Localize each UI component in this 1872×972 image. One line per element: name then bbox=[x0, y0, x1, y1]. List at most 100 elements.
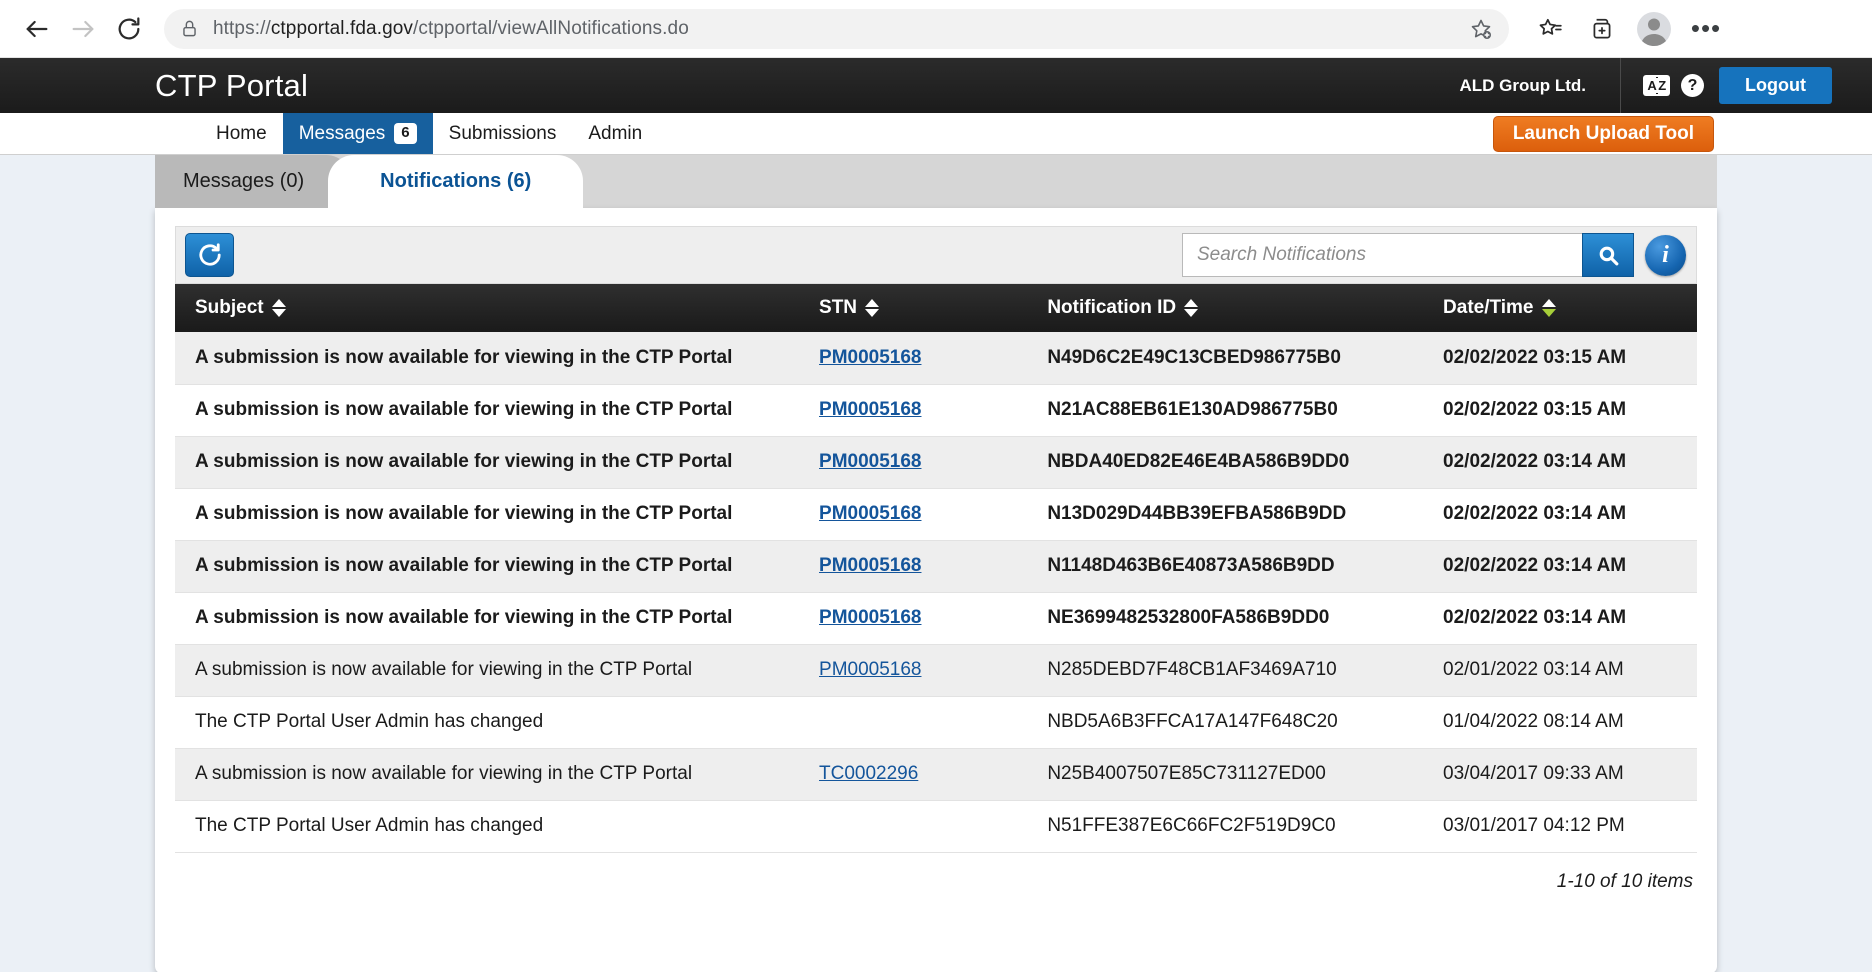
cell-subject: A submission is now available for viewin… bbox=[175, 748, 800, 801]
page-body: CTP Portal ALD Group Ltd. AZ ? Logout Ho… bbox=[0, 58, 1872, 972]
nav-item-submissions[interactable]: Submissions bbox=[433, 113, 573, 154]
nav-item-home[interactable]: Home bbox=[200, 113, 283, 154]
table-row[interactable]: A submission is now available for viewin… bbox=[175, 332, 1697, 385]
header-tools: AZ ? Logout bbox=[1621, 67, 1872, 104]
nav-item-label: Admin bbox=[588, 122, 643, 144]
stn-link[interactable]: PM0005168 bbox=[819, 607, 921, 628]
profile-button[interactable] bbox=[1631, 6, 1677, 52]
back-arrow-icon bbox=[26, 20, 48, 37]
cell-stn: PM0005168 bbox=[799, 592, 1028, 645]
column-header-notification-id[interactable]: Notification ID bbox=[1027, 284, 1424, 332]
cell-stn: PM0005168 bbox=[799, 488, 1028, 541]
cell-datetime: 03/01/2017 04:12 PM bbox=[1423, 800, 1697, 853]
nav-item-admin[interactable]: Admin bbox=[572, 113, 658, 154]
nav-item-messages[interactable]: Messages 6 bbox=[282, 113, 433, 154]
tab-notifications[interactable]: Notifications (6) bbox=[328, 155, 584, 208]
search-button[interactable] bbox=[1582, 233, 1634, 277]
favorites-button[interactable] bbox=[1527, 6, 1573, 52]
glossary-letter-a: A bbox=[1646, 78, 1658, 93]
browser-toolbar: https://ctpportal.fda.gov/ctpportal/view… bbox=[0, 0, 1872, 58]
sort-descending-icon bbox=[865, 309, 880, 317]
cell-subject: The CTP Portal User Admin has changed bbox=[175, 696, 800, 749]
table-row[interactable]: A submission is now available for viewin… bbox=[175, 592, 1697, 645]
table-row[interactable]: A submission is now available for viewin… bbox=[175, 644, 1697, 697]
favorites-list-icon bbox=[1539, 18, 1562, 35]
column-label: STN bbox=[819, 297, 858, 318]
sort-ascending-icon bbox=[271, 299, 286, 307]
stn-link[interactable]: PM0005168 bbox=[819, 399, 921, 420]
reload-button[interactable] bbox=[106, 6, 152, 52]
cell-stn: PM0005168 bbox=[799, 436, 1028, 489]
info-icon[interactable]: i bbox=[1645, 234, 1686, 276]
app-header-right: ALD Group Ltd. AZ ? Logout bbox=[1439, 58, 1872, 113]
cell-datetime: 01/04/2022 08:14 AM bbox=[1423, 696, 1697, 749]
cell-datetime: 02/02/2022 03:14 AM bbox=[1423, 540, 1697, 593]
sort-arrows-stn[interactable] bbox=[865, 299, 880, 317]
table-header-row: Subject STN Notification ID Date/Time bbox=[175, 284, 1697, 332]
tab-messages[interactable]: Messages (0) bbox=[155, 155, 353, 208]
nav-item-label: Home bbox=[216, 122, 267, 144]
nav-items: Home Messages 6 Submissions Admin bbox=[200, 113, 658, 154]
help-icon[interactable]: ? bbox=[1681, 74, 1705, 97]
table-row[interactable]: The CTP Portal User Admin has changed NBD… bbox=[175, 696, 1697, 749]
logout-button[interactable]: Logout bbox=[1719, 67, 1832, 104]
forward-button[interactable] bbox=[60, 6, 106, 52]
cell-subject: A submission is now available for viewin… bbox=[175, 644, 800, 697]
sort-descending-icon bbox=[271, 309, 286, 317]
table-head: Subject STN Notification ID Date/Time bbox=[175, 284, 1697, 332]
cell-subject: A submission is now available for viewin… bbox=[175, 332, 800, 385]
cell-notification-id: N49D6C2E49C13CBED986775B0 bbox=[1027, 332, 1424, 385]
stn-link[interactable]: PM0005168 bbox=[819, 659, 921, 680]
url-text: https://ctpportal.fda.gov/ctpportal/view… bbox=[213, 18, 689, 40]
url-path: /ctpportal/viewAllNotifications.do bbox=[413, 17, 689, 39]
back-button[interactable] bbox=[14, 6, 60, 52]
sort-arrows-datetime[interactable] bbox=[1541, 299, 1556, 317]
sort-ascending-icon bbox=[1541, 299, 1556, 307]
stn-link[interactable]: TC0002296 bbox=[819, 763, 918, 784]
cell-subject: A submission is now available for viewin… bbox=[175, 540, 800, 593]
column-label: Date/Time bbox=[1443, 297, 1534, 318]
stn-link[interactable]: PM0005168 bbox=[819, 347, 921, 368]
browser-settings-button[interactable]: ••• bbox=[1683, 6, 1729, 52]
tab-strip: Messages (0) Notifications (6) bbox=[155, 155, 1717, 208]
stn-link[interactable]: PM0005168 bbox=[819, 555, 921, 576]
glossary-az-icon[interactable]: AZ bbox=[1643, 75, 1671, 96]
tab-label: Notifications (6) bbox=[380, 170, 532, 192]
organization-name: ALD Group Ltd. bbox=[1439, 58, 1622, 113]
column-header-stn[interactable]: STN bbox=[799, 284, 1028, 332]
cell-notification-id: N285DEBD7F48CB1AF3469A710 bbox=[1027, 644, 1424, 697]
column-header-subject[interactable]: Subject bbox=[175, 284, 800, 332]
cell-notification-id: N51FFE387E6C66FC2F519D9C0 bbox=[1027, 800, 1424, 853]
table-row[interactable]: A submission is now available for viewin… bbox=[175, 384, 1697, 437]
cell-notification-id: N13D029D44BB39EFBA586B9DD bbox=[1027, 488, 1424, 541]
table-body: A submission is now available for viewin… bbox=[175, 332, 1697, 853]
cell-notification-id: N25B4007507E85C731127ED00 bbox=[1027, 748, 1424, 801]
column-label: Subject bbox=[195, 297, 264, 318]
cell-subject: A submission is now available for viewin… bbox=[175, 488, 800, 541]
table-row[interactable]: A submission is now available for viewin… bbox=[175, 488, 1697, 541]
column-header-datetime[interactable]: Date/Time bbox=[1423, 284, 1697, 332]
sort-arrows-subject[interactable] bbox=[271, 299, 286, 317]
collections-button[interactable] bbox=[1579, 6, 1625, 52]
table-row[interactable]: A submission is now available for viewin… bbox=[175, 540, 1697, 593]
address-bar[interactable]: https://ctpportal.fda.gov/ctpportal/view… bbox=[164, 8, 1509, 49]
url-host: ctpportal.fda.gov bbox=[270, 17, 414, 39]
table-row[interactable]: The CTP Portal User Admin has changed N51… bbox=[175, 800, 1697, 853]
search-input[interactable] bbox=[1182, 233, 1582, 277]
cell-notification-id: N1148D463B6E40873A586B9DD bbox=[1027, 540, 1424, 593]
cell-notification-id: NBD5A6B3FFCA17A147F648C20 bbox=[1027, 696, 1424, 749]
cell-datetime: 02/01/2022 03:14 AM bbox=[1423, 644, 1697, 697]
sort-arrows-notification-id[interactable] bbox=[1184, 299, 1199, 317]
table-row[interactable]: A submission is now available for viewin… bbox=[175, 436, 1697, 489]
app-title: CTP Portal bbox=[155, 67, 309, 103]
stn-link[interactable]: PM0005168 bbox=[819, 503, 921, 524]
refresh-button[interactable] bbox=[185, 233, 234, 277]
add-favorite-button[interactable] bbox=[1459, 17, 1493, 41]
table-row[interactable]: A submission is now available for viewin… bbox=[175, 748, 1697, 801]
cell-datetime: 02/02/2022 03:15 AM bbox=[1423, 384, 1697, 437]
stn-link[interactable]: PM0005168 bbox=[819, 451, 921, 472]
launch-upload-tool-button[interactable]: Launch Upload Tool bbox=[1492, 116, 1714, 152]
notifications-panel: i Subject bbox=[155, 208, 1717, 972]
sort-descending-icon bbox=[1184, 309, 1199, 317]
app-header: CTP Portal ALD Group Ltd. AZ ? Logout bbox=[0, 58, 1872, 113]
